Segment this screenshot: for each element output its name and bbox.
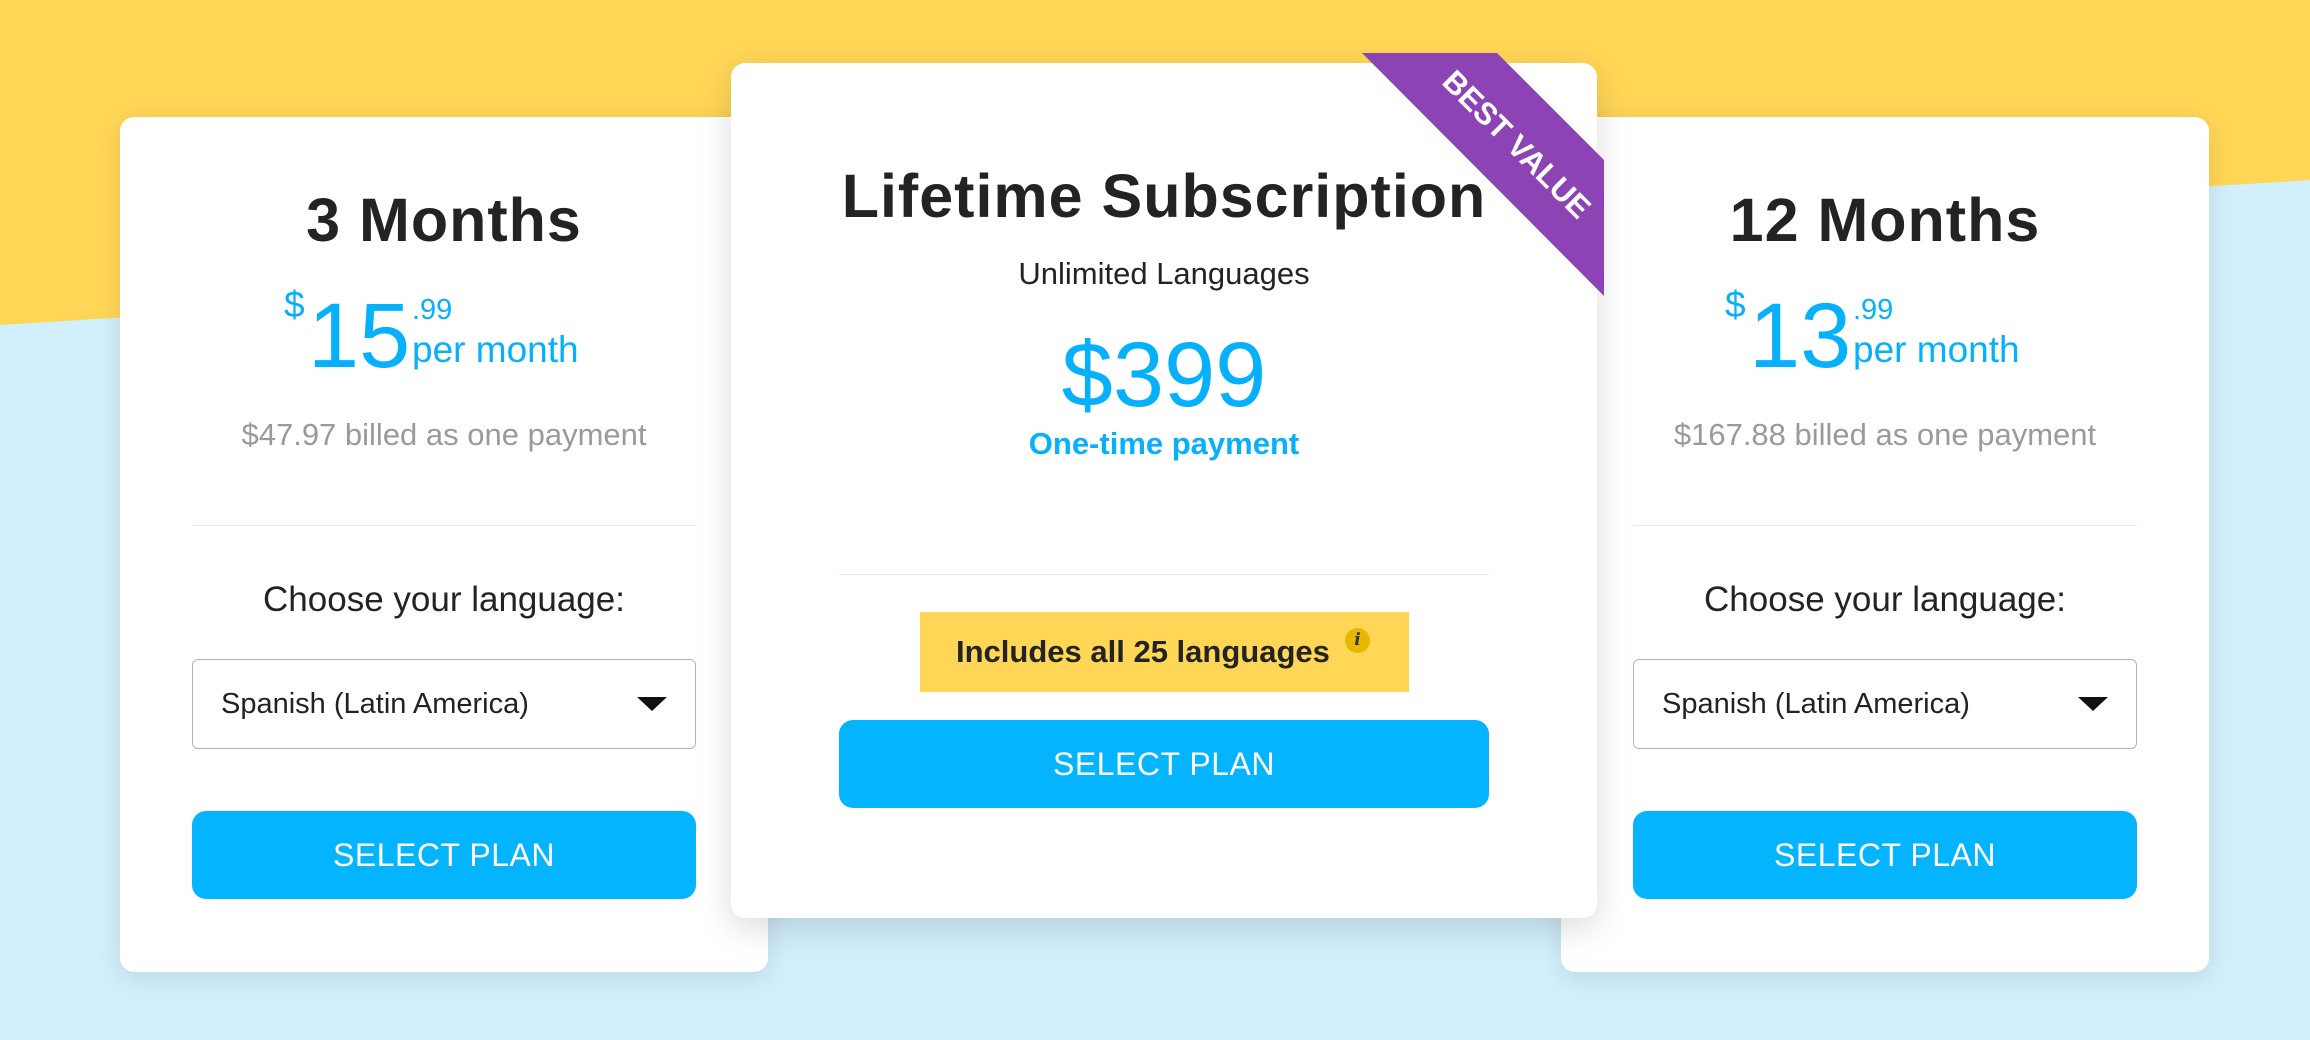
price-cents: .99: [1853, 294, 1894, 326]
price-integer: 13: [1749, 285, 1852, 387]
plan-card-3-months: 3 Months $ 15 .99 per month $47.97 bille…: [120, 117, 768, 972]
lifetime-price: $399: [1061, 324, 1267, 426]
price-integer: 15: [308, 285, 411, 387]
select-plan-button[interactable]: SELECT PLAN: [1633, 811, 2137, 899]
divider: [192, 525, 696, 526]
price-display: $ 13 .99 per month: [1561, 284, 2209, 387]
language-select[interactable]: Spanish (Latin America): [192, 659, 696, 749]
plan-subtitle: Unlimited Languages: [1018, 256, 1310, 291]
includes-languages-badge: Includes all 25 languages i: [920, 612, 1409, 692]
currency-symbol: $: [1725, 284, 1746, 325]
language-select-value: Spanish (Latin America): [221, 688, 529, 720]
price-display: $ 15 .99 per month: [120, 284, 768, 387]
plan-title: 3 Months: [306, 186, 582, 254]
plan-title: Lifetime Subscription: [841, 162, 1487, 230]
select-plan-button[interactable]: SELECT PLAN: [192, 811, 696, 899]
plan-card-lifetime: Lifetime Subscription Unlimited Language…: [731, 63, 1597, 918]
chevron-down-icon: [637, 697, 667, 711]
language-select-value: Spanish (Latin America): [1662, 688, 1970, 720]
chevron-down-icon: [2078, 697, 2108, 711]
language-select[interactable]: Spanish (Latin America): [1633, 659, 2137, 749]
plan-title: 12 Months: [1729, 186, 2041, 254]
select-plan-button[interactable]: SELECT PLAN: [839, 720, 1489, 808]
price-period: per month: [1853, 329, 2020, 370]
choose-language-label: Choose your language:: [1704, 580, 2066, 619]
currency-symbol: $: [284, 284, 305, 325]
plan-card-12-months: 12 Months $ 13 .99 per month $167.88 bil…: [1561, 117, 2209, 972]
payment-note: One-time payment: [1028, 426, 1300, 461]
billed-note: $167.88 billed as one payment: [1673, 417, 2097, 452]
includes-languages-label: Includes all 25 languages: [956, 634, 1330, 669]
divider: [1633, 525, 2137, 526]
price-period: per month: [412, 329, 579, 370]
billed-note: $47.97 billed as one payment: [241, 417, 647, 452]
divider: [839, 574, 1489, 575]
price-cents: .99: [412, 294, 453, 326]
choose-language-label: Choose your language:: [263, 580, 625, 619]
info-icon[interactable]: i: [1345, 628, 1370, 653]
